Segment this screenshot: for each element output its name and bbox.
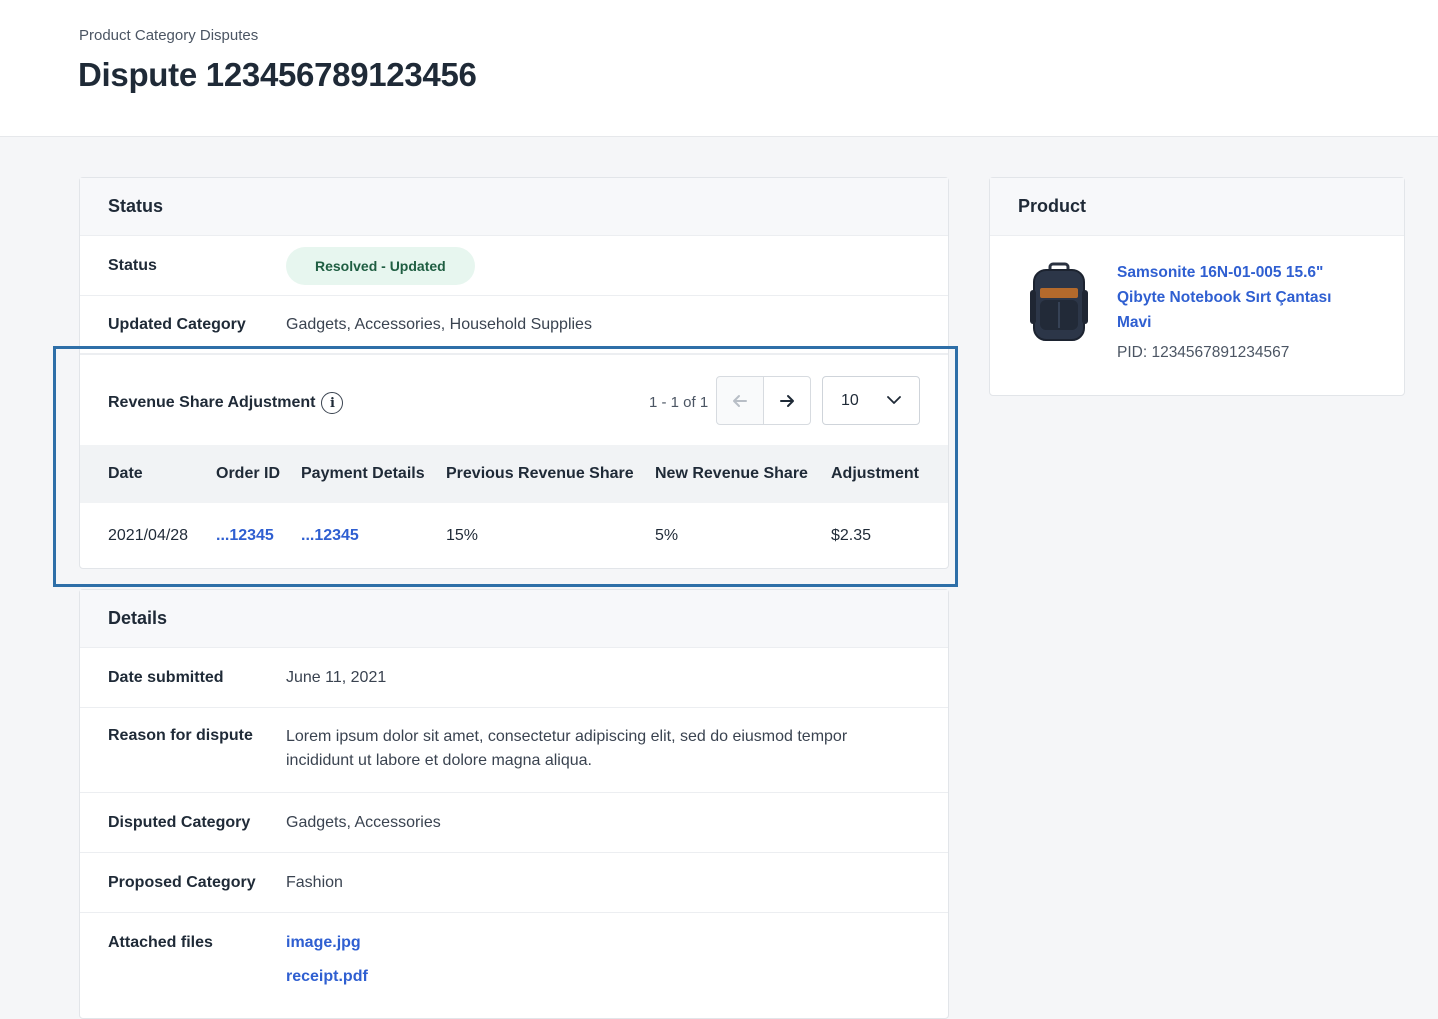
attached-files-label: Attached files: [108, 934, 213, 951]
revenue-share-title: Revenue Share Adjustment: [108, 394, 316, 411]
file-link-image[interactable]: image.jpg: [286, 926, 368, 960]
order-id-link[interactable]: ...12345: [216, 527, 274, 545]
updated-category-label: Updated Category: [108, 315, 246, 333]
proposed-category-row: Proposed Category Fashion: [80, 853, 948, 913]
status-badge: Resolved - Updated: [286, 246, 475, 285]
revenue-share-heading: Revenue Share Adjustment i: [108, 392, 344, 414]
col-header-payment-details: Payment Details: [301, 465, 425, 482]
previous-page-button[interactable]: [716, 376, 764, 425]
proposed-category-value: Fashion: [286, 873, 343, 891]
revenue-share-table: Date Order ID Payment Details Previous R…: [80, 445, 948, 569]
attached-files-list: image.jpg receipt.pdf: [286, 926, 368, 994]
disputed-category-label: Disputed Category: [108, 813, 251, 831]
date-submitted-row: Date submitted June 11, 2021: [80, 648, 948, 708]
pagination-text: 1 - 1 of 1: [649, 394, 709, 411]
adjustment-cell: $2.35: [831, 527, 872, 544]
col-header-previous-revenue-share: Previous Revenue Share: [446, 465, 634, 482]
col-header-date: Date: [108, 465, 143, 482]
page-size-value: 10: [841, 391, 859, 409]
page-header: Product Category Disputes Dispute 123456…: [0, 0, 1438, 137]
details-card: Details Date submitted June 11, 2021 Rea…: [79, 589, 949, 1019]
previous-share-cell: 15%: [446, 527, 479, 544]
status-row: Status Resolved - Updated: [80, 236, 948, 296]
chevron-down-icon: [887, 396, 901, 404]
col-header-adjustment: Adjustment: [831, 465, 919, 482]
next-page-button[interactable]: [763, 376, 811, 425]
arrow-right-icon: [780, 394, 794, 407]
breadcrumb[interactable]: Product Category Disputes: [79, 27, 258, 44]
product-body: Samsonite 16N-01-005 15.6" Qibyte Notebo…: [990, 236, 1404, 396]
status-card-title: Status: [80, 178, 948, 236]
details-card-title: Details: [80, 590, 948, 648]
updated-category-value: Gadgets, Accessories, Household Supplies: [286, 315, 592, 333]
file-link-receipt[interactable]: receipt.pdf: [286, 960, 368, 994]
product-pid: PID: 1234567891234567: [1117, 344, 1290, 361]
arrow-left-icon: [733, 394, 747, 407]
table-row: 2021/04/28 ...12345 ...12345 15% 5% $2.3…: [80, 503, 948, 569]
status-card: Status Status Resolved - Updated Updated…: [79, 177, 949, 569]
date-cell: 2021/04/28: [108, 527, 189, 544]
disputed-category-value: Gadgets, Accessories: [286, 813, 441, 831]
date-submitted-value: June 11, 2021: [286, 668, 387, 686]
page-title: Dispute 123456789123456: [78, 56, 477, 93]
proposed-category-label: Proposed Category: [108, 873, 256, 891]
date-submitted-label: Date submitted: [108, 668, 224, 686]
table-header: Date Order ID Payment Details Previous R…: [80, 445, 948, 503]
updated-category-row: Updated Category Gadgets, Accessories, H…: [80, 296, 948, 354]
col-header-new-revenue-share: New Revenue Share: [655, 465, 808, 482]
page-size-select[interactable]: 10: [822, 376, 920, 425]
reason-row: Reason for dispute Lorem ipsum dolor sit…: [80, 708, 948, 793]
reason-label: Reason for dispute: [108, 727, 253, 744]
reason-value: Lorem ipsum dolor sit amet, consectetur …: [286, 728, 848, 769]
attached-files-row: Attached files image.jpg receipt.pdf: [80, 913, 948, 1013]
disputed-category-row: Disputed Category Gadgets, Accessories: [80, 793, 948, 853]
revenue-share-section: Revenue Share Adjustment i 1 - 1 of 1 10…: [80, 354, 948, 622]
new-share-cell: 5%: [655, 527, 679, 544]
col-header-order-id: Order ID: [216, 465, 281, 482]
backpack-image[interactable]: [1028, 262, 1090, 344]
info-icon[interactable]: i: [321, 392, 344, 414]
status-label: Status: [108, 256, 157, 274]
product-name-link[interactable]: Samsonite 16N-01-005 15.6" Qibyte Notebo…: [1117, 260, 1367, 335]
payment-details-link[interactable]: ...12345: [301, 527, 359, 545]
product-card-title: Product: [990, 178, 1404, 236]
product-card: Product Samsonite 16N-01-005 15.6" Qibyt…: [989, 177, 1405, 396]
